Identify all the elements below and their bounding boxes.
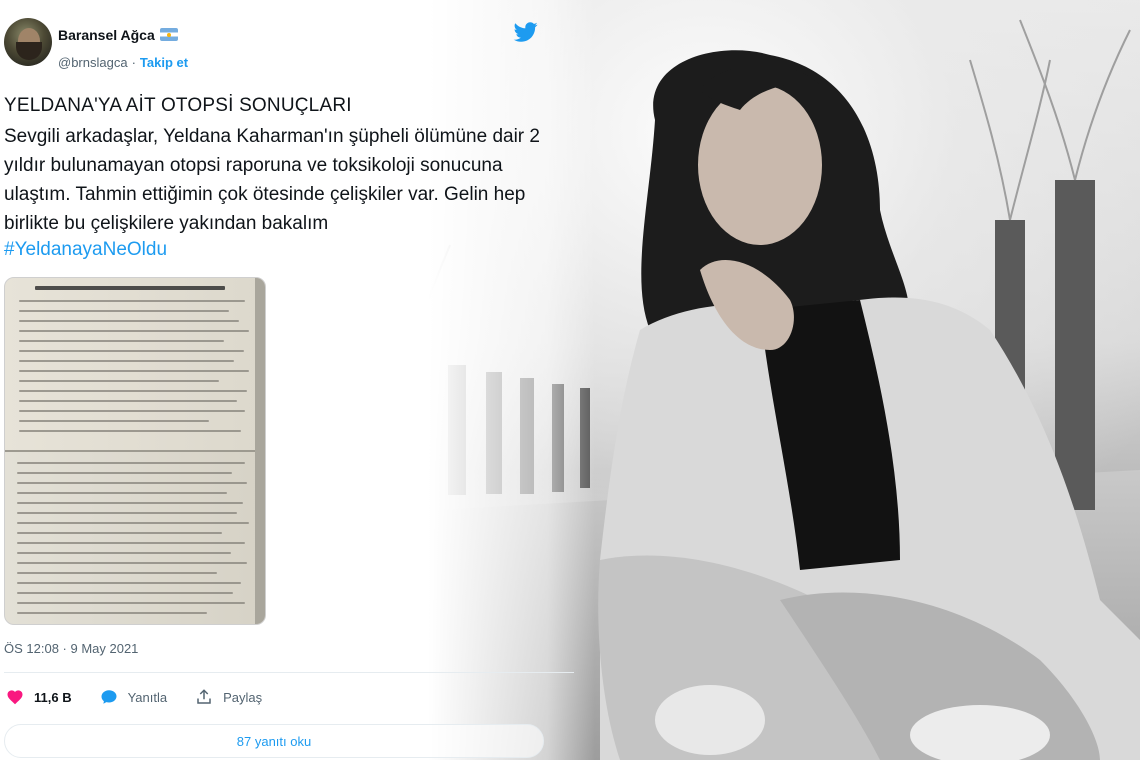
tweet-body: Sevgili arkadaşlar, Yeldana Kaharman'ın … bbox=[4, 126, 540, 234]
tweet-timestamp[interactable]: ÖS 12:08 · 9 May 2021 bbox=[4, 641, 138, 656]
twitter-bird-icon[interactable] bbox=[513, 20, 539, 44]
document-page-bottom bbox=[5, 450, 265, 624]
like-button[interactable]: 11,6 B bbox=[4, 686, 72, 708]
handle-row: @brnslagca · Takip et bbox=[58, 55, 188, 70]
document-page-top bbox=[5, 278, 265, 450]
hashtag-link[interactable]: #YeldanayaNeOldu bbox=[4, 239, 167, 261]
document-page-edge bbox=[255, 278, 265, 624]
speech-bubble-icon bbox=[98, 686, 120, 708]
user-handle[interactable]: @brnslagca bbox=[58, 55, 128, 70]
display-name[interactable]: Baransel Ağca bbox=[58, 27, 155, 43]
share-label: Paylaş bbox=[223, 689, 263, 705]
reply-button[interactable]: Yanıtla bbox=[98, 686, 168, 708]
reply-label: Yanıtla bbox=[127, 689, 168, 705]
divider bbox=[4, 672, 574, 673]
separator: · bbox=[131, 55, 136, 70]
follow-button[interactable]: Takip et bbox=[140, 55, 188, 70]
tweet-actions: 11,6 B Yanıtla Paylaş bbox=[4, 684, 288, 710]
read-replies-button[interactable]: 87 yanıtı oku bbox=[4, 724, 544, 758]
tweet-title: YELDANA'YA AİT OTOPSİ SONUÇLARI bbox=[4, 95, 352, 116]
like-count: 11,6 B bbox=[34, 689, 72, 705]
argentina-flag-icon bbox=[160, 28, 178, 41]
share-icon bbox=[193, 686, 215, 708]
tweet-card: Baransel Ağca @brnslagca · Takip et YELDAN… bbox=[0, 0, 595, 760]
heart-icon bbox=[4, 686, 26, 708]
share-button[interactable]: Paylaş bbox=[193, 686, 262, 708]
avatar[interactable] bbox=[4, 18, 52, 66]
autopsy-document-image[interactable] bbox=[4, 277, 266, 625]
